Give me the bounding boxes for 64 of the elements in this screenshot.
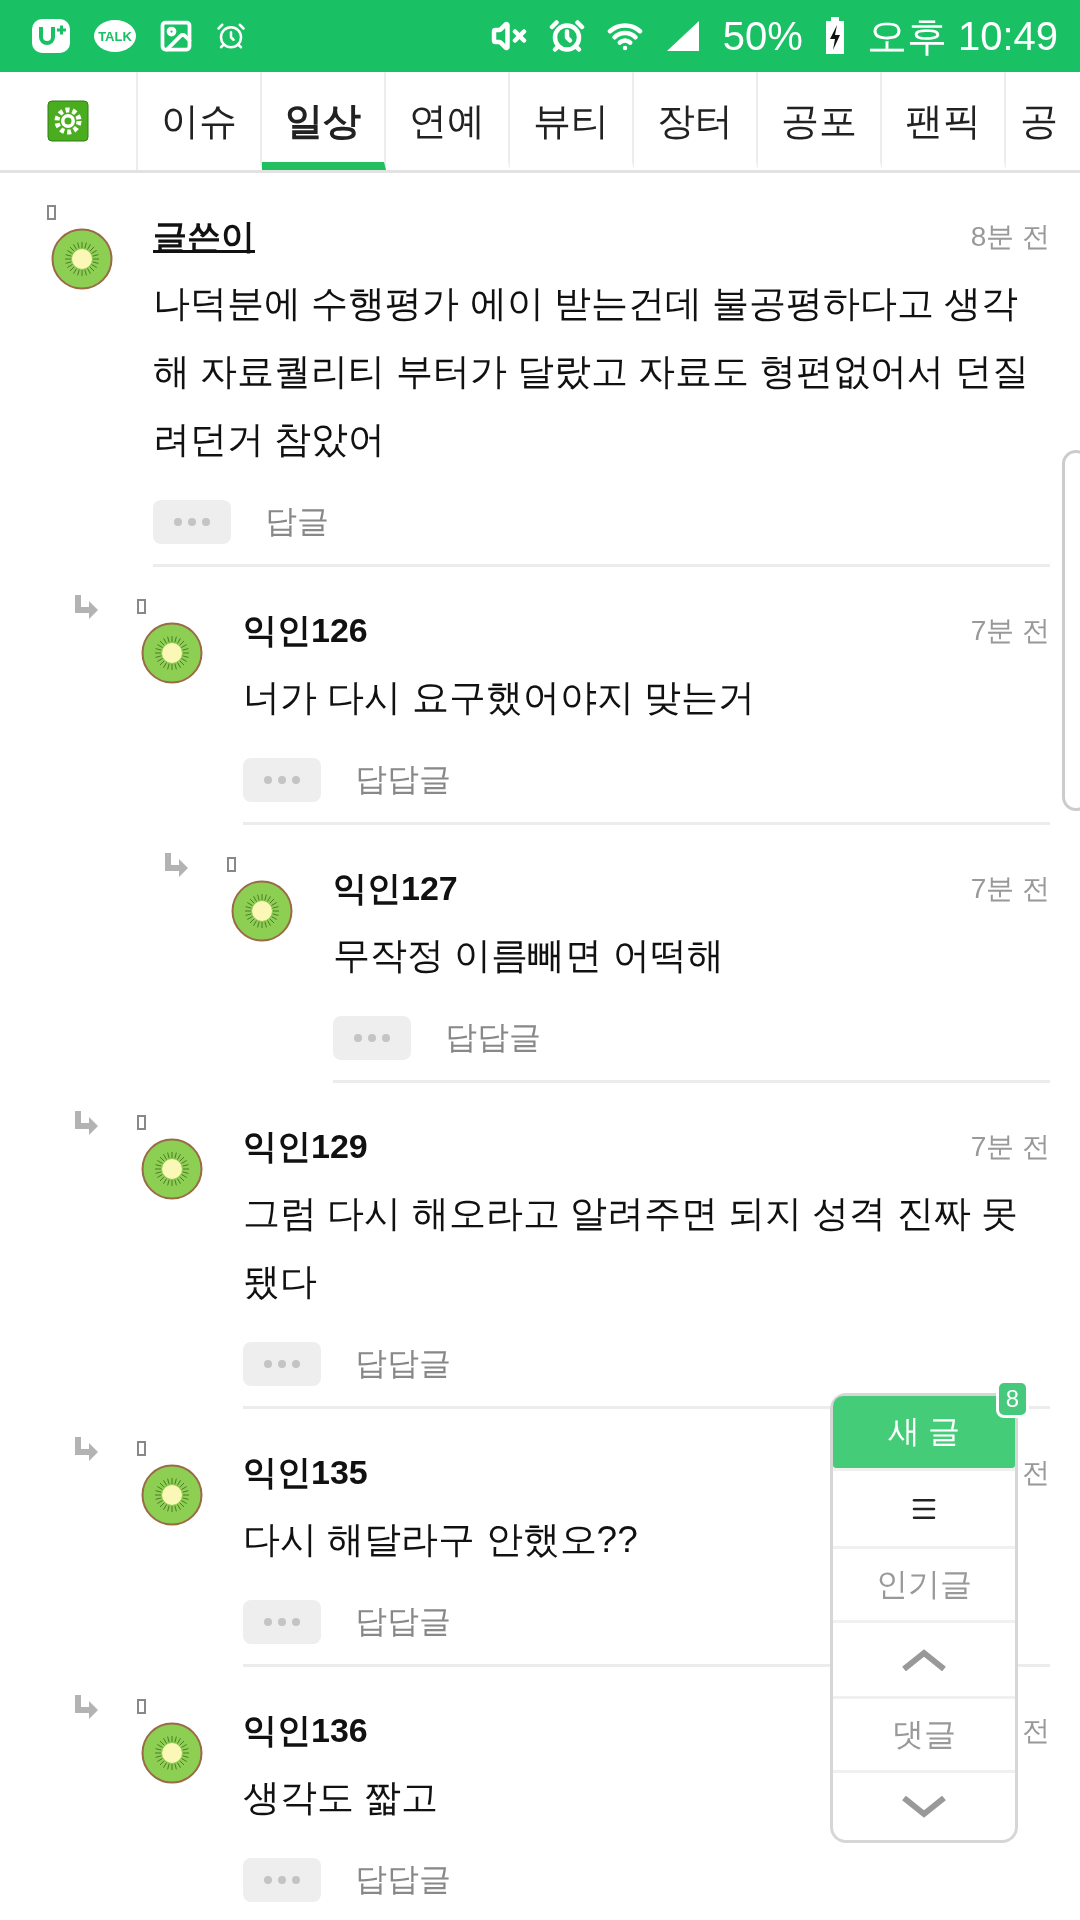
chevron-down-icon — [902, 1795, 946, 1818]
comment-text: 너가 다시 요구했어야지 맞는거 — [243, 676, 755, 720]
settings-icon[interactable] — [47, 100, 89, 142]
comment-text: 무작정 이름빼면 어떡해 — [333, 934, 724, 978]
kiwi-avatar-icon — [51, 228, 113, 290]
reply-link[interactable]: 답답글 — [445, 1016, 541, 1060]
comment-author: 익인126 — [243, 610, 368, 651]
comment-author: 익인135 — [243, 1452, 368, 1493]
marker-icon — [137, 599, 146, 614]
comment-text: 나덕분에 수행평가 에이 받는건데 불공평하다고 생각해 자료퀄리티 부터가 달랐고 자료도 형편없어서 던질려던거 참았어 — [153, 282, 1030, 462]
comments-button[interactable]: 댓글 — [833, 1696, 1015, 1770]
marker-icon — [47, 205, 56, 220]
category-tab[interactable]: 연예 — [386, 72, 510, 170]
clock-time: 오후 10:49 — [866, 12, 1058, 60]
comment-author: 익인136 — [243, 1710, 368, 1751]
more-button[interactable] — [153, 500, 231, 544]
comment-time: 7분 전 — [970, 872, 1050, 906]
comment-author: 익인127 — [333, 868, 458, 909]
more-button[interactable] — [243, 758, 321, 802]
kiwi-avatar-icon — [141, 1464, 203, 1526]
image-icon — [158, 18, 194, 54]
category-tab[interactable]: 일상 — [262, 72, 386, 170]
comment-text: 그럼 다시 해오라고 알려주면 되지 성격 진짜 못됐다 — [243, 1192, 1019, 1304]
talk-icon: TALK — [94, 20, 136, 52]
kiwi-avatar-icon — [231, 880, 293, 942]
count-badge: 8 — [995, 1380, 1029, 1418]
comment-author: 익인129 — [243, 1126, 368, 1167]
reply-link[interactable]: 답답글 — [355, 1858, 451, 1902]
comment-time: 7분 전 — [970, 614, 1050, 648]
comment-author: 글쓴이 — [153, 216, 255, 257]
reply-link[interactable]: 답글 — [265, 500, 329, 544]
comment-time: 7분 전 — [970, 1130, 1050, 1164]
reply-link[interactable]: 답답글 — [355, 1342, 451, 1386]
comment-time: 전 — [1022, 1714, 1050, 1748]
more-button[interactable] — [243, 1600, 321, 1644]
marker-icon — [227, 857, 236, 872]
more-button[interactable] — [333, 1016, 411, 1060]
category-tab[interactable]: 공 — [1006, 72, 1080, 170]
carrier-logo-icon — [30, 16, 72, 56]
alarm-icon — [216, 21, 246, 51]
category-tab[interactable]: 뷰티 — [510, 72, 634, 170]
category-tab[interactable]: 팬픽 — [882, 72, 1006, 170]
reply-link[interactable]: 답답글 — [355, 758, 451, 802]
chevron-up-icon — [902, 1648, 946, 1671]
more-button[interactable] — [243, 1858, 321, 1902]
comment-text: 다시 해달라구 안했오?? — [243, 1518, 638, 1562]
alarm-icon — [548, 18, 585, 54]
kiwi-avatar-icon — [141, 622, 203, 684]
category-tab[interactable]: 공포 — [758, 72, 882, 170]
battery-percent: 50% — [722, 13, 803, 59]
marker-icon — [137, 1699, 146, 1714]
marker-icon — [137, 1115, 146, 1130]
comment-text: 생각도 짧고 — [243, 1776, 439, 1820]
comment-time: 전 — [1022, 1456, 1050, 1490]
category-tab[interactable]: 이슈 — [138, 72, 262, 170]
kiwi-avatar-icon — [141, 1138, 203, 1200]
reply-link[interactable]: 답답글 — [355, 1600, 451, 1644]
battery-charging-icon — [824, 17, 845, 55]
comment-time: 8분 전 — [970, 220, 1050, 254]
kiwi-avatar-icon — [141, 1722, 203, 1784]
marker-icon — [137, 1441, 146, 1456]
more-button[interactable] — [243, 1342, 321, 1386]
category-tab[interactable]: 장터 — [634, 72, 758, 170]
popular-posts-button[interactable]: 인기글 — [833, 1546, 1015, 1620]
